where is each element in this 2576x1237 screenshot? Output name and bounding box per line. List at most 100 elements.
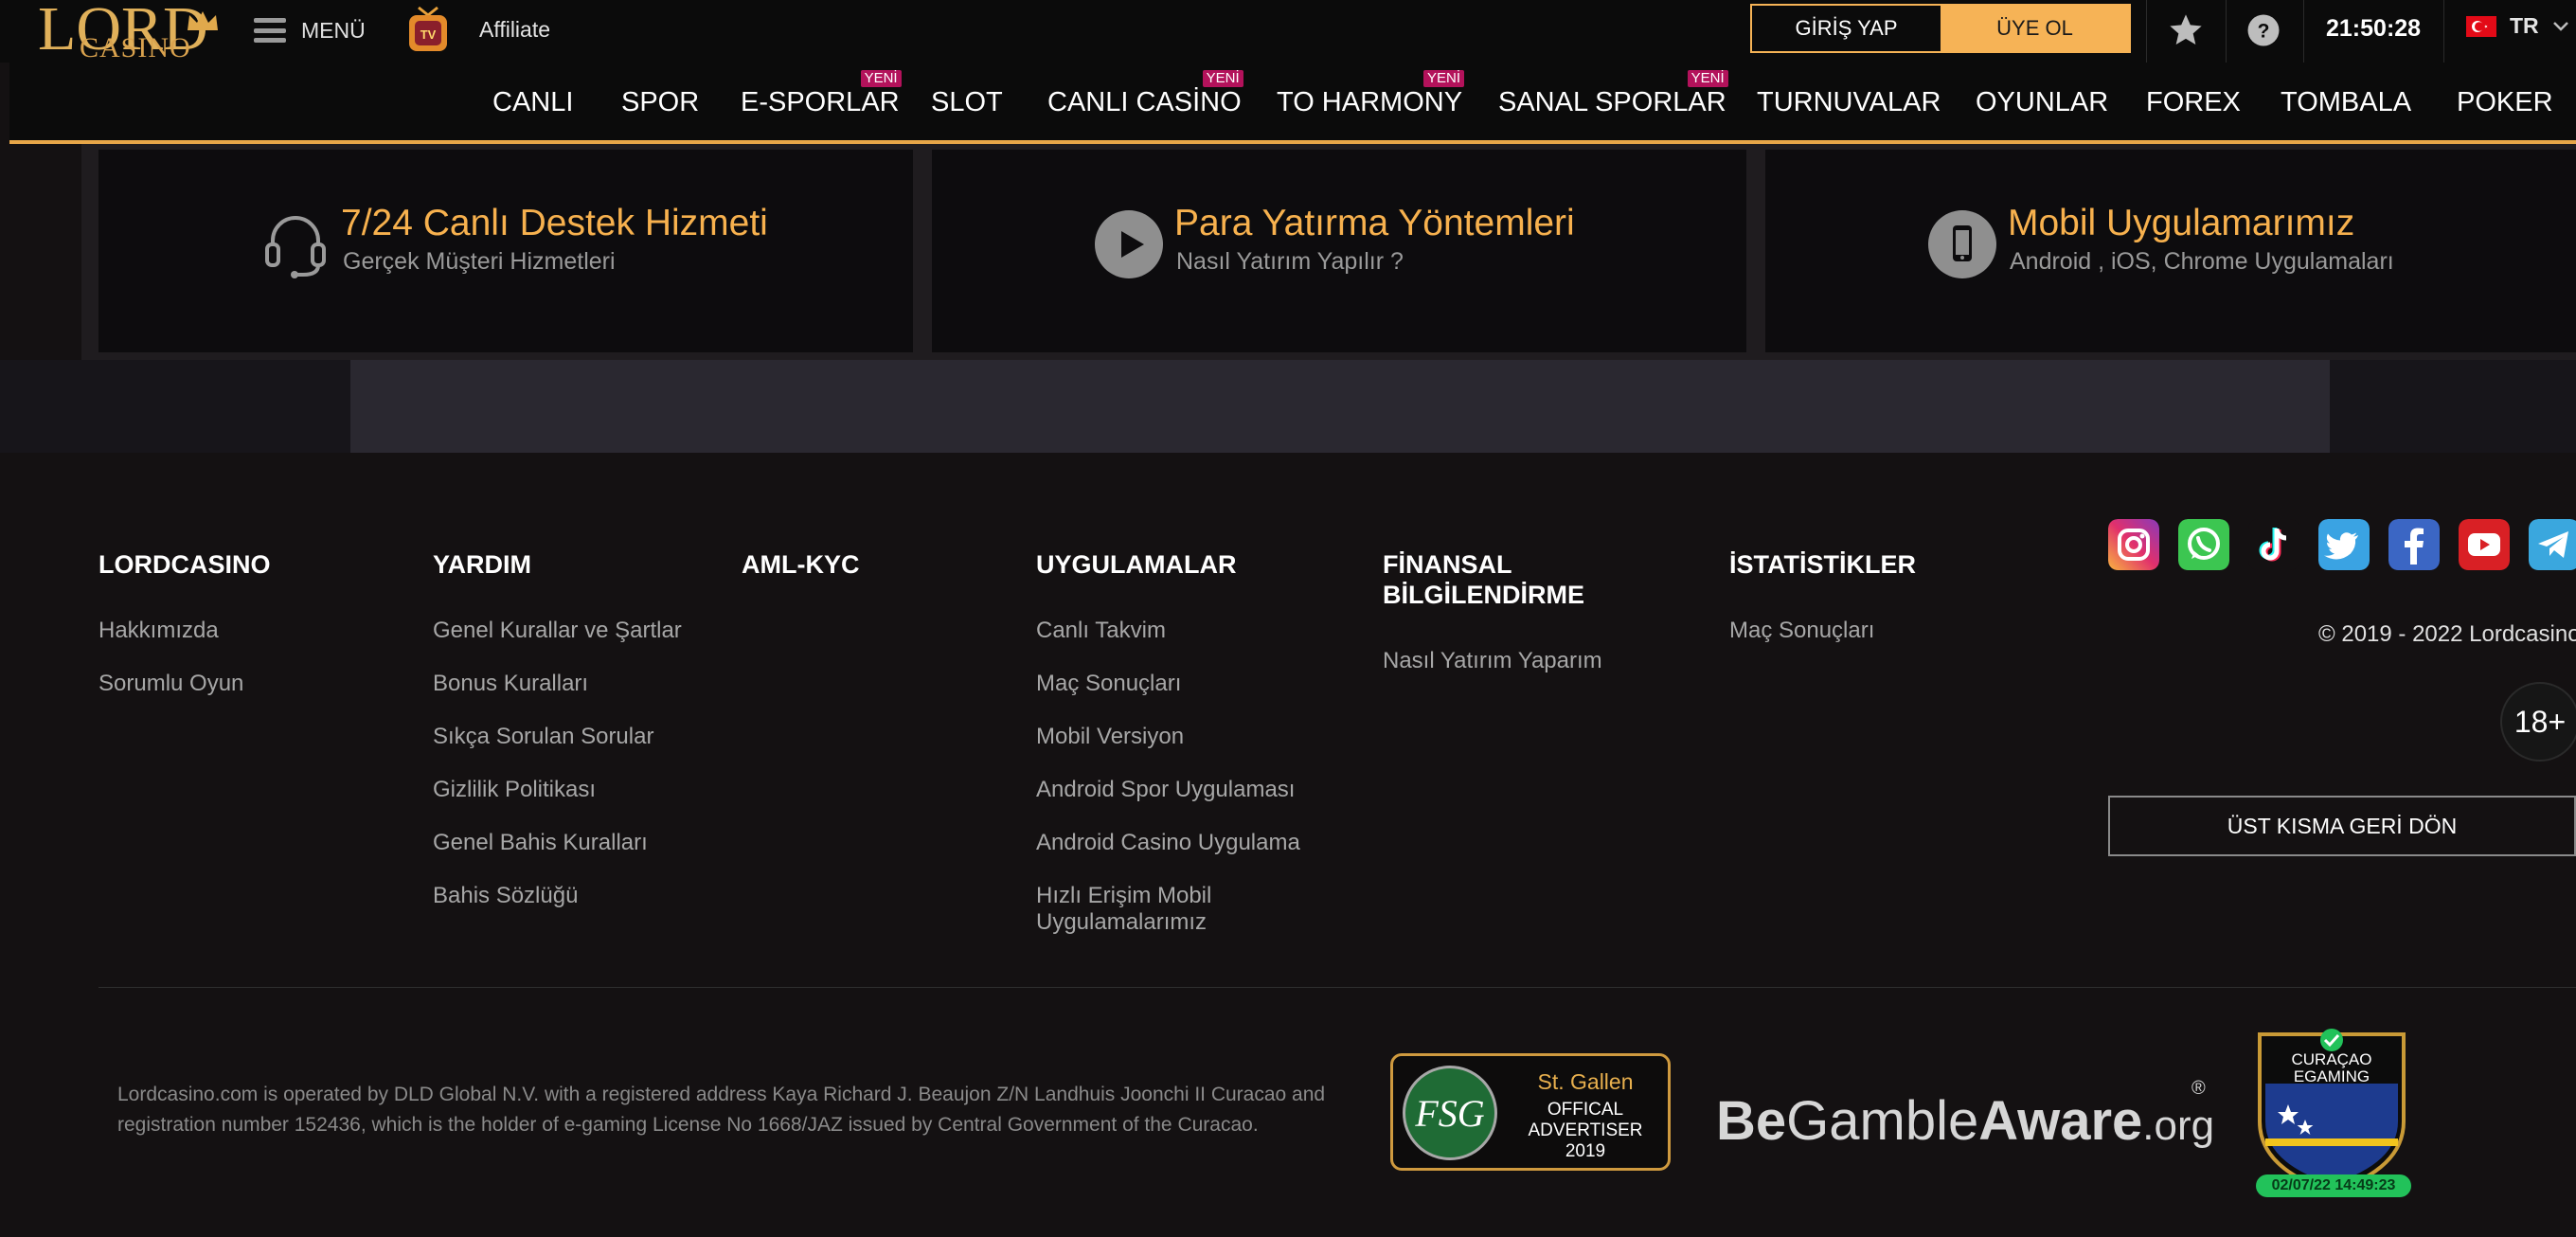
age-restriction-badge: 18+ [2500, 682, 2576, 762]
facebook-icon[interactable] [2388, 519, 2440, 570]
nav-label: CANLI [492, 87, 574, 117]
register-button[interactable]: ÜYE OL [1941, 6, 2129, 51]
crown-icon [188, 11, 218, 30]
nav-item-canli-casino[interactable]: CANLI CASİNO YENİ [1047, 70, 1243, 118]
instagram-icon[interactable] [2108, 519, 2159, 570]
tiktok-icon[interactable] [2248, 519, 2299, 570]
language-selector[interactable]: TR [2466, 13, 2569, 39]
divider [2226, 0, 2227, 63]
fsg-line: ADVERTISER [1528, 1120, 1643, 1140]
footer-link[interactable]: Genel Kurallar ve Şartlar [433, 618, 682, 644]
nav-item-canli[interactable]: CANLI [492, 87, 573, 118]
favorites-star-icon[interactable] [2167, 11, 2205, 49]
nav-label: TOMBALA [2281, 87, 2412, 117]
tv-icon[interactable]: TV [407, 4, 449, 55]
divider [2303, 0, 2304, 63]
fsg-title: St. Gallen [1537, 1069, 1634, 1094]
footer-divider [98, 987, 2576, 988]
svg-text:?: ? [2258, 21, 2270, 43]
footer-link[interactable]: Bonus Kuralları [433, 671, 588, 697]
chevron-down-icon [2552, 21, 2568, 31]
footer-link[interactable]: Bahis Sözlüğü [433, 883, 578, 909]
lordcasino-logo[interactable]: LORD CASINO [38, 0, 218, 63]
hamburger-icon [254, 18, 286, 43]
bga-aware: Aware [1978, 1090, 2143, 1152]
nav-label: SLOT [931, 87, 1003, 117]
nav-item-forex[interactable]: FOREX [2146, 87, 2241, 118]
footer-column-title: LORDCASINO [98, 550, 271, 579]
clock: 21:50:28 [2326, 15, 2422, 42]
telegram-icon[interactable] [2529, 519, 2576, 570]
legal-notice: Lordcasino.com is operated by DLD Global… [117, 1084, 1326, 1136]
footer-column-title[interactable]: AML-KYC [742, 549, 859, 580]
affiliate-link[interactable]: Affiliate [479, 17, 550, 43]
banner-image [350, 360, 2330, 453]
twitter-icon[interactable] [2318, 519, 2370, 570]
menu-button[interactable]: MENÜ [254, 13, 366, 47]
footer-link[interactable]: Hızlı Erişim Mobil Uygulamalarımız [1036, 883, 1244, 936]
whatsapp-icon[interactable] [2178, 519, 2229, 570]
feature-live-support[interactable]: 7/24 Canlı Destek Hizmeti Gerçek Müşteri… [98, 150, 913, 352]
footer-link[interactable]: Sorumlu Oyun [98, 671, 243, 697]
feature-mobile-apps[interactable]: Mobil Uygulamarımız Android , iOS, Chrom… [1765, 150, 2576, 352]
feature-subtitle: Nasıl Yatırım Yapılır ? [1176, 248, 1404, 275]
main-navigation: CANLI SPOR E-SPORLAR YENİ SLOT CANLI CASİ… [9, 63, 2576, 144]
nav-label: SPOR [621, 87, 700, 117]
play-icon [1095, 210, 1163, 278]
footer-link[interactable]: Gizlilik Politikası [433, 777, 596, 803]
footer-link[interactable]: Hakkımızda [98, 618, 219, 644]
footer-link[interactable]: Sıkça Sorulan Sorular [433, 724, 653, 750]
footer-link[interactable]: Android Spor Uygulaması [1036, 777, 1295, 803]
registered-mark: ® [2191, 1078, 2206, 1099]
auth-buttons: GİRİŞ YAP ÜYE OL [1750, 4, 2131, 53]
nav-item-slot[interactable]: SLOT [931, 87, 1003, 118]
footer-link[interactable]: Maç Sonuçları [1036, 671, 1181, 697]
fsg-year: 2019 [1565, 1141, 1606, 1161]
feature-subtitle: Gerçek Müşteri Hizmetleri [343, 248, 616, 275]
nav-item-tombala[interactable]: TOMBALA [2281, 87, 2411, 118]
footer-link[interactable]: Mobil Versiyon [1036, 724, 1184, 750]
feature-deposit-methods[interactable]: Para Yatırma Yöntemleri Nasıl Yatırım Ya… [932, 150, 1746, 352]
feature-title: Para Yatırma Yöntemleri [1174, 203, 1575, 243]
divider [2146, 0, 2147, 63]
mobile-icon [1928, 210, 1996, 278]
curacao-line1: CURAÇAO [2291, 1050, 2371, 1068]
footer-column-title: UYGULAMALAR [1036, 550, 1237, 579]
feature-title: Mobil Uygulamarımız [2008, 203, 2355, 243]
nav-item-oyunlar[interactable]: OYUNLAR [1976, 87, 2108, 118]
top-bar: LORD CASINO MENÜ TV Affiliate GİRİŞ YAP … [0, 0, 2576, 63]
fsg-caption: OFFICAL ADVERTISER 2019 [1509, 1100, 1662, 1162]
footer-link[interactable]: Nasıl Yatırım Yaparım [1383, 648, 1602, 674]
footer-column-title: FİNANSAL BİLGİLENDİRME [1383, 550, 1584, 609]
nav-label: POKER [2457, 87, 2553, 117]
footer-link[interactable]: Android Casino Uygulama [1036, 830, 1300, 856]
nav-item-poker[interactable]: POKER [2457, 87, 2553, 118]
nav-label: FOREX [2146, 87, 2241, 117]
new-badge: YENİ [860, 70, 902, 87]
new-badge: YENİ [1202, 70, 1243, 87]
copyright: © 2019 - 2022 Lordcasino [2318, 621, 2576, 647]
youtube-icon[interactable] [2459, 519, 2510, 570]
back-to-top-button[interactable]: ÜST KISMA GERİ DÖN [2108, 796, 2576, 856]
nav-item-turnuvalar[interactable]: TURNUVALAR [1757, 87, 1941, 118]
fsg-advertiser-badge[interactable]: FSG St. Gallen OFFICAL ADVERTISER 2019 [1390, 1053, 1671, 1171]
footer-link[interactable]: Maç Sonuçları [1729, 618, 1874, 644]
footer-link[interactable]: Canlı Takvim [1036, 618, 1166, 644]
help-icon[interactable]: ? [2246, 13, 2281, 47]
bga-gamble: Gamble [1786, 1090, 1979, 1152]
feature-subtitle: Android , iOS, Chrome Uygulamaları [2010, 248, 2394, 275]
nav-label: TURNUVALAR [1757, 87, 1941, 117]
nav-item-to-harmony[interactable]: TO HARMONY YENİ [1277, 70, 1465, 118]
begambleaware-logo[interactable]: BeGambleAware.org [1716, 1089, 2214, 1153]
login-button[interactable]: GİRİŞ YAP [1752, 6, 1941, 51]
banner-background [0, 360, 2576, 453]
bga-org: .org [2142, 1103, 2215, 1149]
nav-item-sanal-sporlar[interactable]: SANAL SPORLAR YENİ [1498, 70, 1728, 118]
nav-item-spor[interactable]: SPOR [621, 87, 699, 118]
divider [2443, 0, 2444, 63]
footer-link[interactable]: Genel Bahis Kuralları [433, 830, 648, 856]
curacao-egaming-seal[interactable]: CURAÇAO EGAMING [2254, 1027, 2409, 1197]
nav-item-esporlar[interactable]: E-SPORLAR YENİ [741, 70, 902, 118]
fsg-line: OFFICAL [1547, 1100, 1624, 1120]
nav-label: E-SPORLAR [741, 87, 900, 117]
